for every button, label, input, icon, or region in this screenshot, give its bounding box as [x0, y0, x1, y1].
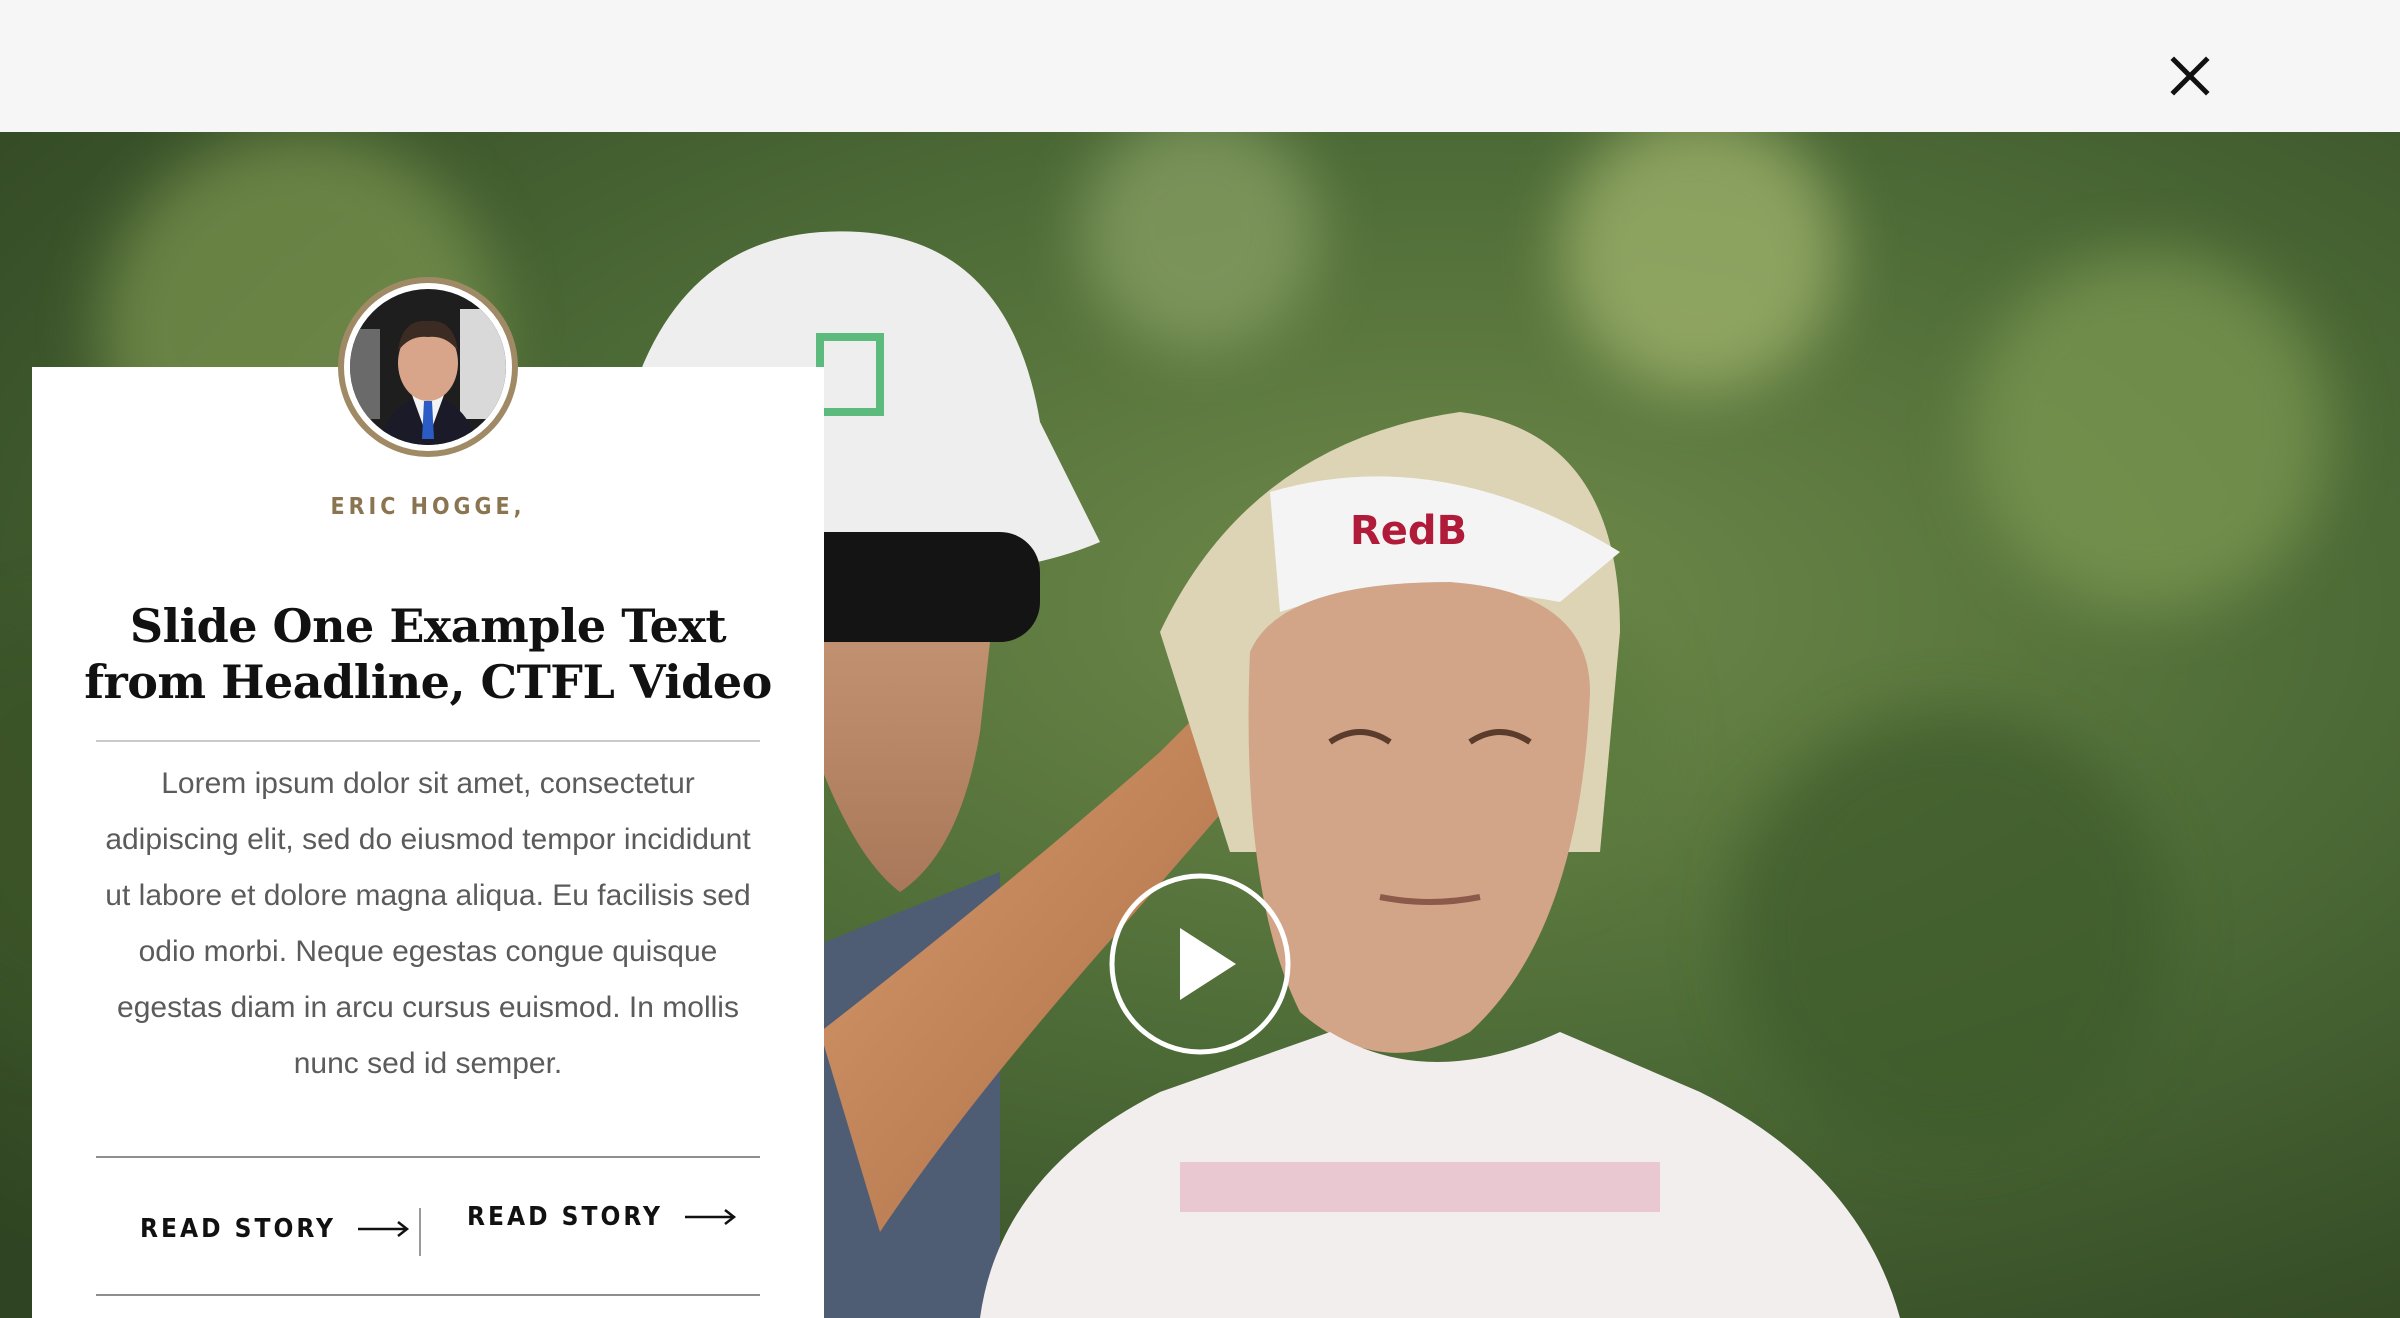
close-button[interactable]	[2164, 50, 2216, 102]
divider	[96, 1156, 760, 1158]
arrow-right-icon	[357, 1221, 409, 1237]
author-photo	[350, 289, 506, 445]
read-story-link-right[interactable]: READ STORY	[467, 1202, 737, 1232]
svg-text:RedB: RedB	[1350, 508, 1467, 554]
arrow-right-icon	[684, 1209, 736, 1225]
read-story-link-left[interactable]: READ STORY	[140, 1214, 410, 1244]
read-story-label: READ STORY	[140, 1214, 336, 1244]
play-icon	[1109, 873, 1291, 1055]
avatar	[338, 277, 518, 457]
cta-divider	[419, 1208, 421, 1256]
divider	[96, 1294, 760, 1296]
close-icon	[2170, 56, 2210, 96]
divider	[96, 740, 760, 742]
story-headline: Slide One Example Text from Headline, CT…	[84, 599, 772, 709]
read-story-label: READ STORY	[467, 1202, 663, 1232]
play-button[interactable]	[1108, 872, 1292, 1056]
author-name: ERIC HOGGE,	[330, 494, 526, 520]
story-body: Lorem ipsum dolor sit amet, consectetur …	[105, 767, 751, 1080]
top-bar	[0, 0, 2400, 132]
